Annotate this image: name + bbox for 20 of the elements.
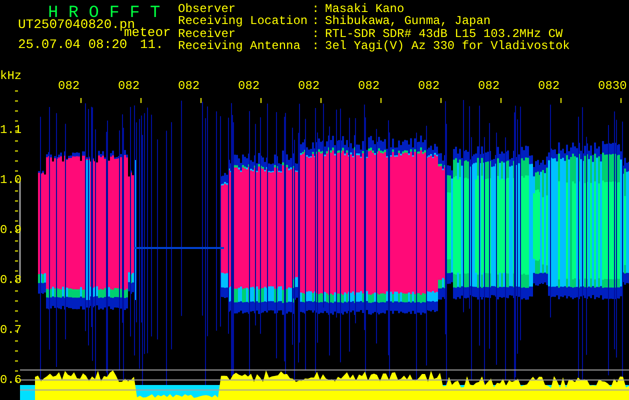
info-separator: : [312, 40, 320, 53]
frequency-label: 0.8 [0, 274, 22, 287]
info-label: Receiving Antenna [178, 40, 300, 53]
info-separator: : [312, 28, 320, 41]
frequency-label: 0.6 [0, 374, 22, 387]
frequency-label: 1.1 [0, 124, 22, 137]
info-value: 3el Yagi(V) Az 330 for Vladivostok [325, 40, 570, 53]
info-separator: : [312, 15, 320, 28]
date-time: 25.07.04 08:20 [18, 38, 128, 52]
info-label: Receiver [178, 28, 236, 41]
info-value: Shibukawa, Gunma, Japan [325, 15, 491, 28]
frequency-label: 0.7 [0, 324, 22, 337]
info-label: Receiving Location [178, 15, 308, 28]
info-separator: : [312, 3, 320, 16]
event-count: 11. [140, 38, 164, 52]
info-label: Observer [178, 3, 236, 16]
info-value: Masaki Kano [325, 3, 404, 16]
frequency-label: 1.0 [0, 174, 22, 187]
unit-label: kHz [0, 70, 22, 83]
info-value: RTL-SDR SDR# 43dB L15 103.2MHz CW [325, 28, 563, 41]
